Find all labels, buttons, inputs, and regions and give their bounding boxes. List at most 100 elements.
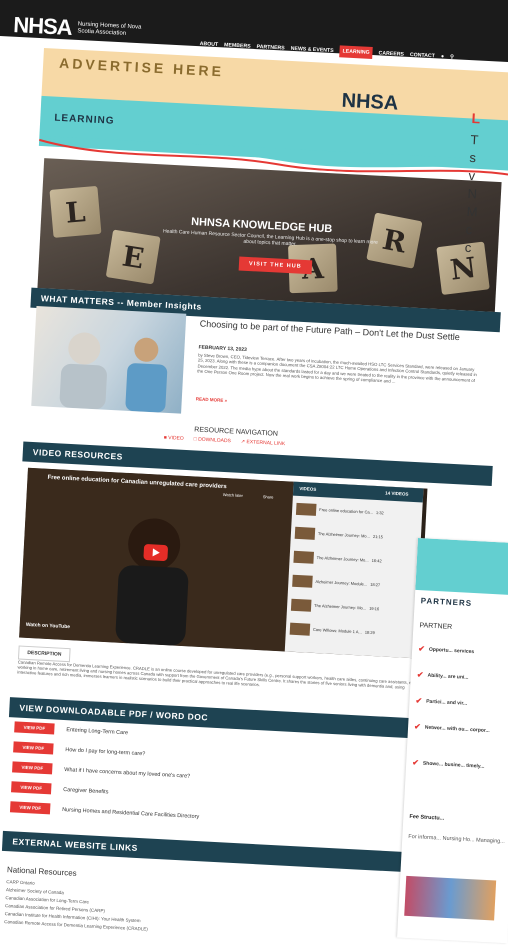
playlist-item[interactable]: The Alzheimer Journey: Mo... 16:42 xyxy=(293,548,414,571)
user-icon[interactable]: ● xyxy=(441,54,444,60)
logo-subtitle: Nursing Homes of Nova Scotia Association xyxy=(77,21,142,37)
partners-title: PARTNERS xyxy=(420,596,473,608)
insight-photo-illustration xyxy=(59,332,168,413)
nav-careers[interactable]: CAREERS xyxy=(378,50,404,57)
nav-news-events[interactable]: NEWS & EVENTS xyxy=(291,46,334,54)
benefit-text: Partici... and vir... xyxy=(425,698,468,707)
video-thumbnail xyxy=(295,502,317,516)
downloads-link-label: DOWNLOADS xyxy=(197,436,232,445)
right-panel-line: s xyxy=(469,149,477,166)
play-button[interactable] xyxy=(143,543,169,562)
video-thumbnail xyxy=(289,622,311,636)
partners-teal-band xyxy=(415,538,508,596)
partner-image xyxy=(404,875,497,921)
right-panel-line: N xyxy=(467,185,478,202)
playlist-item[interactable]: Free online education for Ca... 1:32 xyxy=(295,500,417,523)
playlist-item-title: The Alzheimer Journey: Mo... xyxy=(317,531,371,539)
download-row[interactable]: VIEW PDF Caregiver Benefits xyxy=(11,781,109,797)
playlist-item[interactable]: The Alzheimer Journey: Mo... 19:16 xyxy=(290,596,412,619)
download-label[interactable]: How do I pay for long-term care? xyxy=(65,747,145,757)
check-icon: ✔ xyxy=(415,696,423,706)
right-panel-line: M xyxy=(466,203,478,220)
partners-subtitle: PARTNER xyxy=(419,622,453,631)
share-button[interactable]: Share xyxy=(263,494,274,500)
playlist-item[interactable]: Care Willows: Module 1 A... 18:29 xyxy=(289,620,411,643)
benefit-text: Showc... busine... timely... xyxy=(422,760,485,770)
insight-photo[interactable] xyxy=(31,305,187,414)
benefit-item: ✔ Networ... with ou... corpor... xyxy=(413,722,490,735)
download-row[interactable]: VIEW PDF How do I pay for long-term care? xyxy=(13,741,145,759)
video-thumbnail xyxy=(293,550,315,564)
hero-tile: L xyxy=(49,185,102,238)
view-pdf-button[interactable]: VIEW PDF xyxy=(13,741,54,755)
playlist-item-duration: 16:42 xyxy=(371,557,382,564)
downloads-link[interactable]: □ DOWNLOADS xyxy=(194,436,231,444)
fee-structure-heading: Fee Structu... xyxy=(409,813,445,822)
playlist-item-duration: 18:27 xyxy=(370,581,381,588)
download-label[interactable]: Entering Long-Term Care xyxy=(66,727,128,736)
description-text: Canadian Remote Access for Dementia Lear… xyxy=(17,659,418,690)
video-link[interactable]: ■ VIDEO xyxy=(164,435,184,442)
nav-contact[interactable]: CONTACT xyxy=(410,52,435,59)
benefit-text: Networ... with ou... corpor... xyxy=(424,724,490,735)
read-more-link[interactable]: READ MORE » xyxy=(196,396,227,403)
nav-learning[interactable]: LEARNING xyxy=(339,45,373,60)
check-icon: ✔ xyxy=(416,670,424,680)
nav-members[interactable]: MEMBERS xyxy=(224,42,251,49)
video-playlist: VIDEOS 14 VIDEOS Free online education f… xyxy=(284,481,424,659)
playlist-item-duration: 21:15 xyxy=(372,533,384,540)
playlist-item-title: Free online education for Ca... xyxy=(319,507,374,515)
view-pdf-button[interactable]: VIEW PDF xyxy=(14,721,55,735)
playlist-item-duration: 18:29 xyxy=(364,629,375,636)
benefit-item: ✔ Partici... and vir... xyxy=(415,696,468,707)
right-panel-line: v xyxy=(468,167,476,184)
external-link[interactable]: ↗ EXTERNAL LINK xyxy=(241,439,286,447)
download-row[interactable]: VIEW PDF Nursing Homes and Residential Ca… xyxy=(9,801,200,822)
playlist-item[interactable]: Alzheimer Journey: Module... 18:27 xyxy=(292,572,413,595)
playlist-header: VIDEOS 14 VIDEOS xyxy=(292,481,424,503)
download-label[interactable]: Nursing Homes and Residential Care Facil… xyxy=(62,806,199,819)
knowledge-hub-hero: L E A R N NHNSA KNOWLEDGE HUB Health Car… xyxy=(37,158,502,312)
benefit-item: ✔ Showc... busine... timely... xyxy=(412,758,485,770)
nav-partners[interactable]: PARTNERS xyxy=(256,44,284,51)
benefit-item: ✔ Ability... are uni... xyxy=(416,670,469,681)
right-panel-line: c xyxy=(465,221,473,238)
advertise-text: ADVERTISE HERE xyxy=(58,54,225,80)
watch-later-button[interactable]: Watch later xyxy=(223,492,243,498)
download-label[interactable]: What if I have concerns about my loved o… xyxy=(64,767,190,780)
video-thumbnail xyxy=(294,526,316,540)
search-icon[interactable]: ⚲ xyxy=(450,54,454,60)
video-thumbnail xyxy=(290,598,312,612)
right-panel-heading: L xyxy=(471,110,481,127)
view-pdf-button[interactable]: VIEW PDF xyxy=(11,781,52,795)
download-label[interactable]: Caregiver Benefits xyxy=(63,787,109,795)
video-thumbnail xyxy=(292,574,313,588)
benefit-text: Opportu... services xyxy=(428,646,475,656)
insight-date: FEBRUARY 13, 2023 xyxy=(198,344,247,354)
check-icon: ✔ xyxy=(417,644,426,654)
benefit-item: ✔ Opportu... services xyxy=(417,644,475,656)
playlist-item-title: The Alzheimer Journey: Mo... xyxy=(314,602,367,611)
playlist-item-title: The Alzheimer Journey: Mo... xyxy=(316,554,369,563)
visit-hub-button[interactable]: VISIT THE HUB xyxy=(238,256,312,275)
view-pdf-button[interactable]: VIEW PDF xyxy=(9,801,51,815)
download-row[interactable]: VIEW PDF What if I have concerns about my… xyxy=(12,761,190,781)
video-link-label: VIDEO xyxy=(168,435,184,442)
partner-info-text: For informa... Nursing Ho... Managing... xyxy=(408,833,505,845)
download-row[interactable]: VIEW PDF Entering Long-Term Care xyxy=(14,721,128,738)
playlist-count: 14 VIDEOS xyxy=(385,490,409,497)
external-link-item[interactable]: Alzheimer Society of Canada xyxy=(6,887,64,895)
right-panel-line: T xyxy=(470,131,479,148)
view-pdf-button[interactable]: VIEW PDF xyxy=(12,761,53,775)
nav-about[interactable]: ABOUT xyxy=(200,41,219,48)
check-icon: ✔ xyxy=(413,722,422,732)
playlist-item[interactable]: The Alzheimer Journey: Mo... 21:15 xyxy=(294,524,416,547)
playlist-label: VIDEOS xyxy=(299,485,317,492)
external-link-label: EXTERNAL LINK xyxy=(246,439,286,448)
benefit-text: Ability... are uni... xyxy=(427,672,469,681)
check-icon: ✔ xyxy=(412,758,420,768)
external-link-item[interactable]: CARP Ontario xyxy=(6,879,35,885)
playlist-item-duration: 1:32 xyxy=(375,510,384,516)
playlist-item-title: Alzheimer Journey: Module... xyxy=(315,578,368,587)
hero-tile: E xyxy=(105,229,161,285)
